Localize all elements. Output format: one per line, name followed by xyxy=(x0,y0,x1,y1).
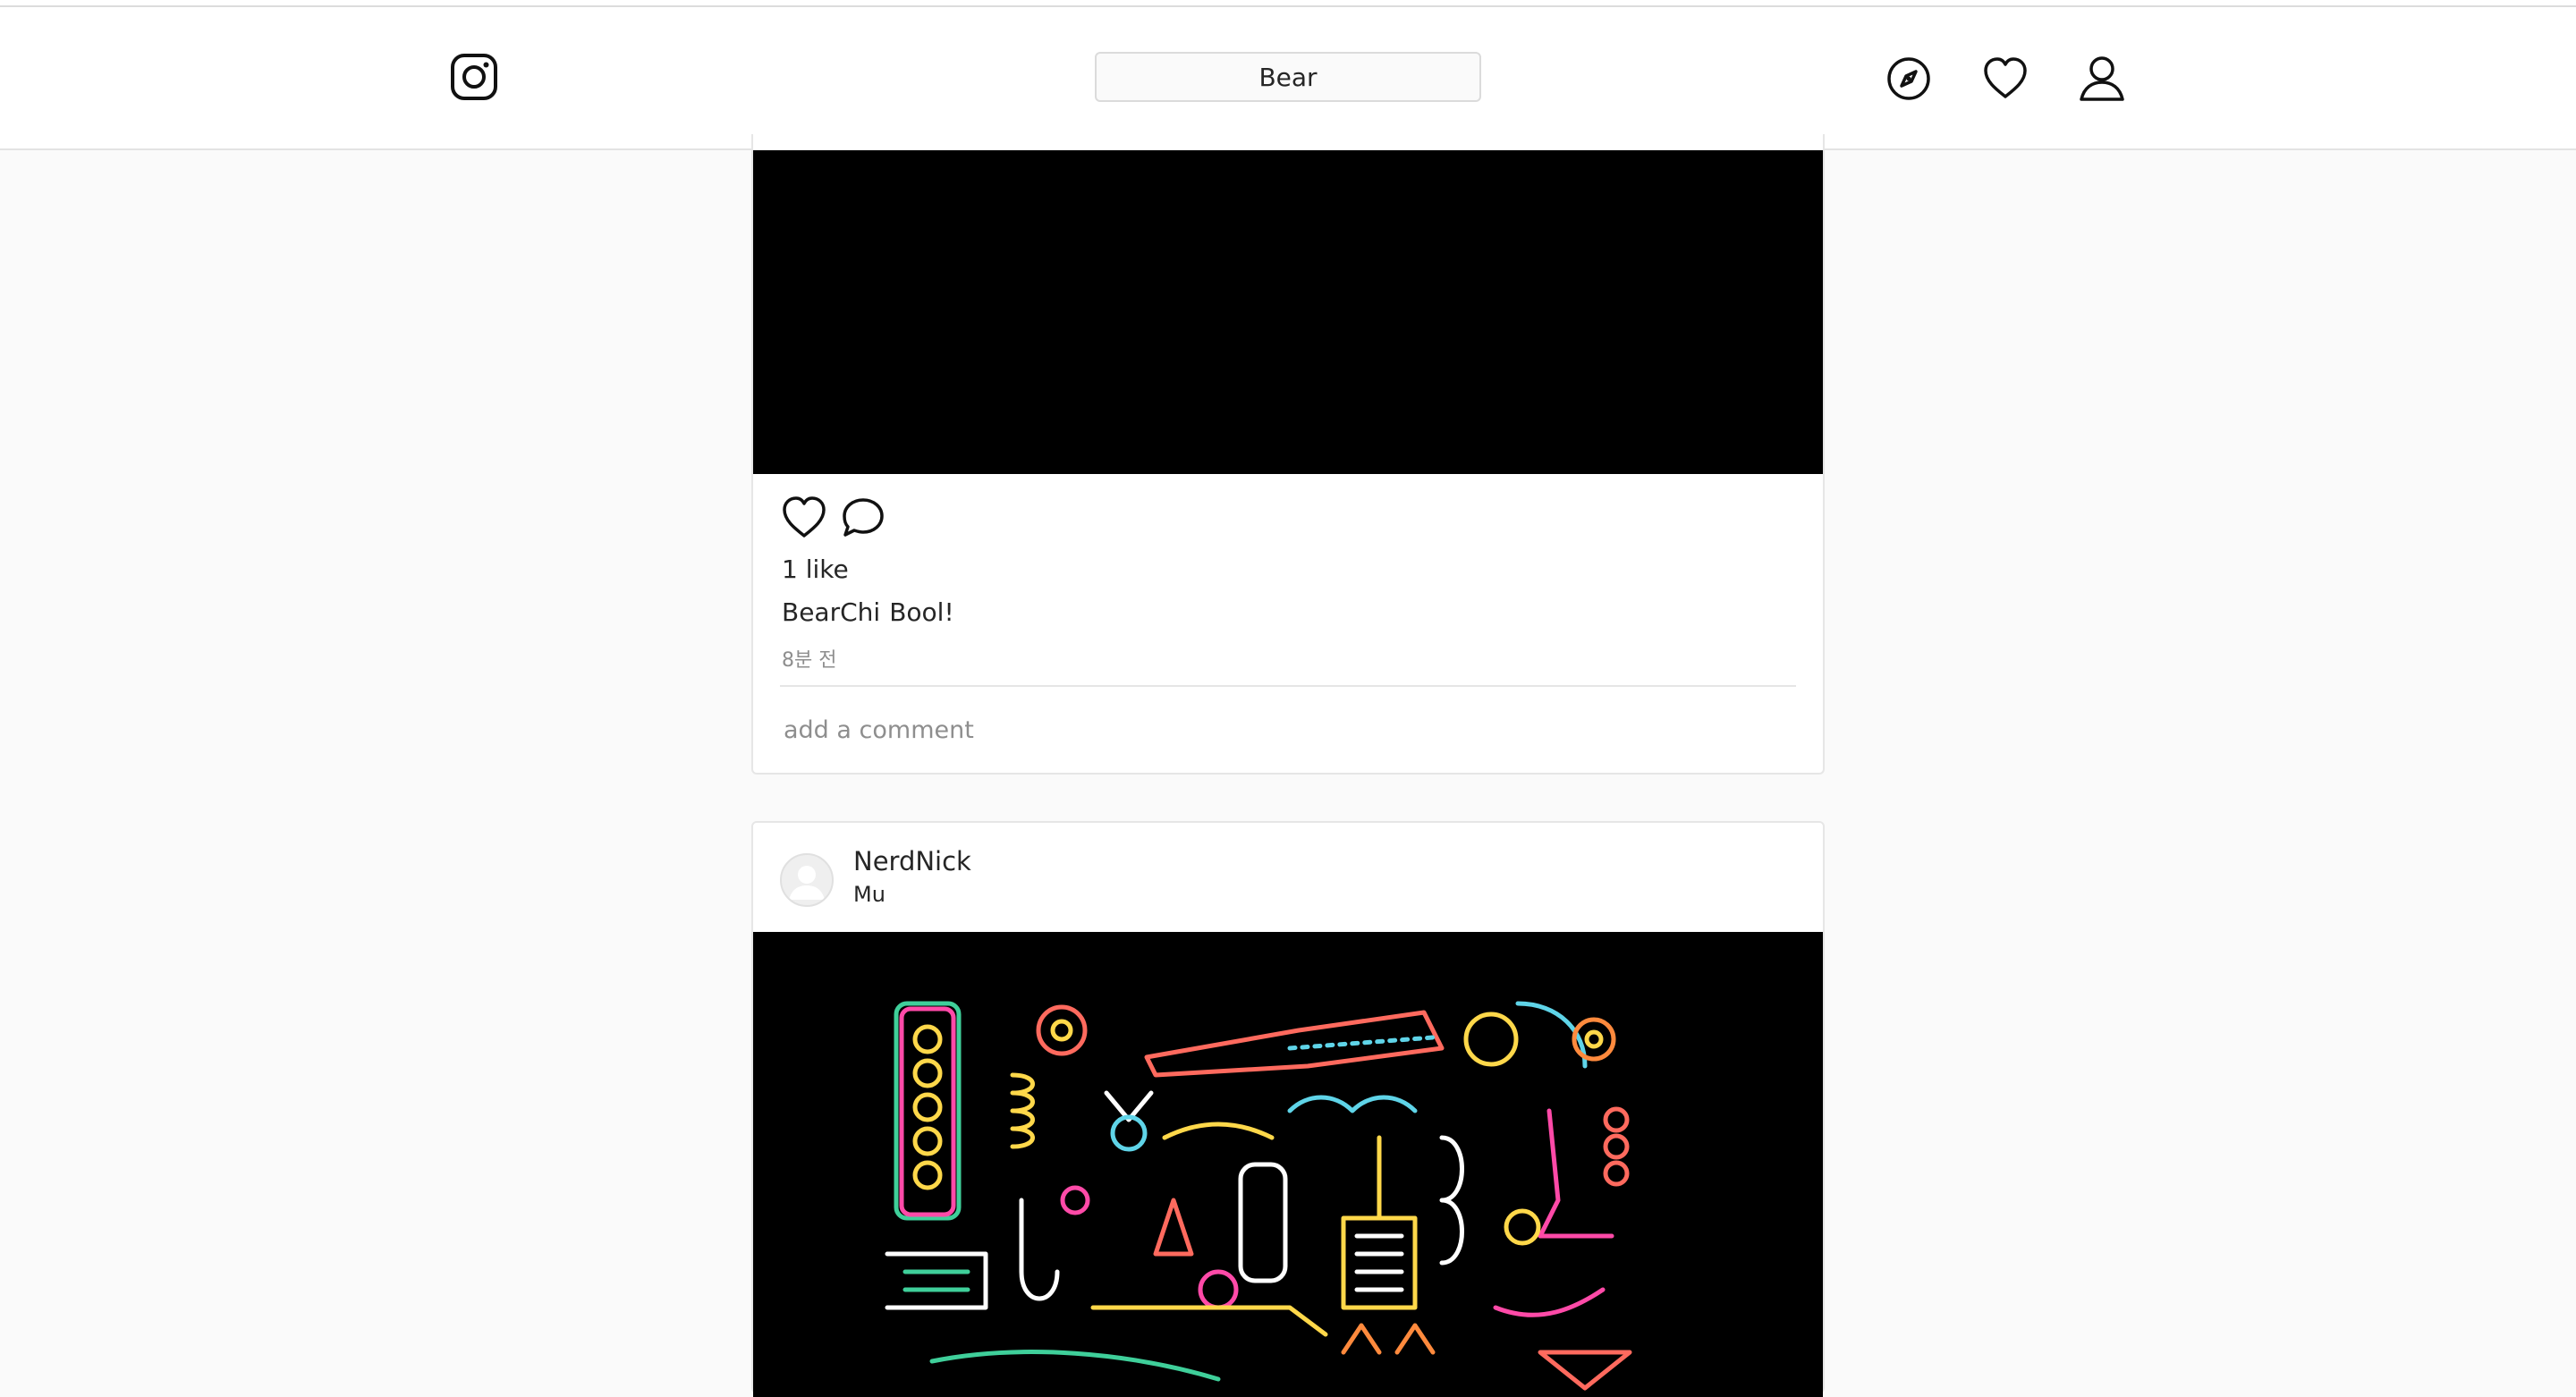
compass-icon[interactable] xyxy=(1884,54,1934,104)
like-count[interactable]: 1 like xyxy=(782,555,849,584)
search-input[interactable] xyxy=(1095,52,1481,102)
heart-icon[interactable] xyxy=(1980,54,2030,104)
comment-input[interactable] xyxy=(784,703,1767,757)
window-top-border xyxy=(0,0,2576,7)
avatar[interactable] xyxy=(780,853,834,907)
caption-author[interactable]: BearChi xyxy=(782,597,880,627)
top-nav xyxy=(0,7,2576,150)
feed-post: NerdNick Mu xyxy=(751,821,1825,1397)
like-heart-icon[interactable] xyxy=(780,494,828,542)
comment-bubble-icon[interactable] xyxy=(839,494,887,542)
post-username[interactable]: NerdNick xyxy=(853,846,971,876)
feed-post: 1 like BearChi Bool! 8분 전 xyxy=(751,134,1825,775)
post-header: NerdNick Mu xyxy=(753,823,1823,932)
neon-bar-illustration xyxy=(885,1001,1632,1391)
post-caption: BearChi Bool! xyxy=(782,597,954,627)
post-location[interactable]: Mu xyxy=(853,882,886,907)
post-media[interactable] xyxy=(753,932,1823,1397)
default-avatar-icon xyxy=(789,866,825,900)
instagram-icon[interactable] xyxy=(449,52,499,102)
caption-text: Bool! xyxy=(889,597,954,627)
post-media[interactable] xyxy=(753,150,1823,474)
user-icon[interactable] xyxy=(2077,54,2127,104)
comment-divider xyxy=(780,685,1796,687)
post-timestamp: 8분 전 xyxy=(782,649,837,672)
